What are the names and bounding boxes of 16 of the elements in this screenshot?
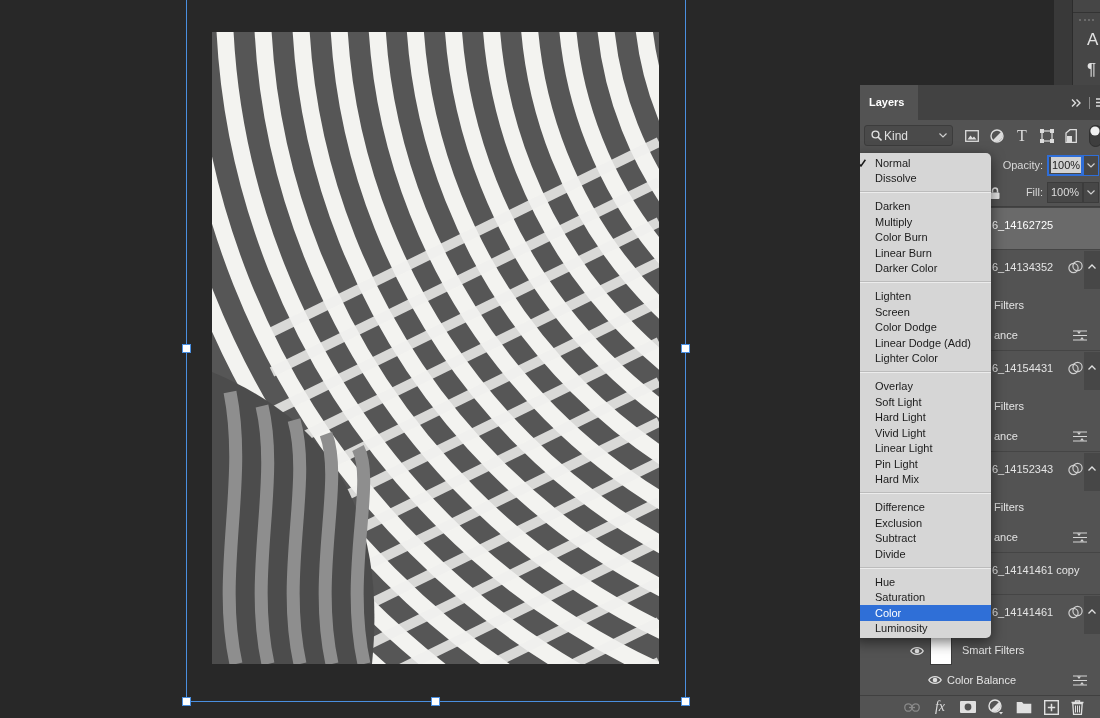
filter-name: Filters xyxy=(994,298,1024,314)
layer-name: 6_14141461 xyxy=(992,605,1054,620)
filter-name: ance xyxy=(994,327,1018,343)
filter-name: Smart Filters xyxy=(962,643,1025,659)
layer-name: 6_14152343 xyxy=(992,462,1054,477)
filter-name: ance xyxy=(994,428,1018,444)
filter-name: ance xyxy=(994,529,1018,545)
field-label: Opacity: xyxy=(1002,157,1043,173)
layer-name: 6_14141461 copy xyxy=(992,563,1080,578)
field-label: Fill: xyxy=(1025,185,1043,201)
layer-name: 6_14162725 xyxy=(992,218,1054,233)
filter-name: Filters xyxy=(994,399,1024,415)
filter-name: Filters xyxy=(994,500,1024,516)
layer-name: 6_14134352 xyxy=(992,260,1054,275)
filter-name: Color Balance xyxy=(947,672,1017,688)
layer-name: 6_14154431 xyxy=(992,361,1054,376)
